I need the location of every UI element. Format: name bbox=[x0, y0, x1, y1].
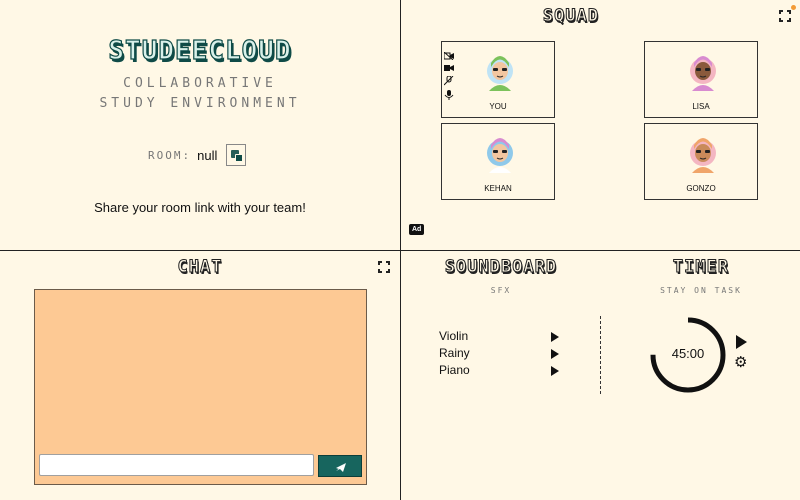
sound-item: Piano bbox=[439, 363, 559, 380]
play-icon[interactable] bbox=[551, 332, 559, 342]
gear-icon[interactable]: ⚙ bbox=[734, 355, 747, 370]
send-icon bbox=[336, 463, 346, 472]
sound-item: Rainy bbox=[439, 346, 559, 363]
video-off-icon[interactable] bbox=[444, 52, 454, 60]
mic-icon[interactable] bbox=[444, 90, 454, 100]
member-name: GONZO bbox=[686, 184, 716, 193]
timer-display: 45:00 bbox=[671, 346, 705, 361]
avatar bbox=[486, 47, 514, 97]
mic-off-icon[interactable] bbox=[444, 76, 454, 86]
avatar bbox=[689, 129, 717, 179]
play-icon[interactable] bbox=[551, 349, 559, 359]
squad-member-tile[interactable]: KEHAN bbox=[441, 123, 555, 200]
chat-title: CHAT bbox=[177, 257, 223, 278]
chat-panel: CHAT bbox=[0, 251, 400, 500]
member-name: YOU bbox=[489, 102, 507, 111]
app-logo: STUDEECLOUD bbox=[108, 35, 292, 66]
timer-subtitle: STAY ON TASK bbox=[660, 286, 742, 295]
member-name: KEHAN bbox=[484, 184, 512, 193]
soundboard-timer-panel: SOUNDBOARD SFX Violin Rainy Piano TIMER … bbox=[401, 251, 800, 500]
section-divider bbox=[600, 316, 601, 394]
tagline-line-2: STUDY ENVIRONMENT bbox=[99, 96, 301, 111]
fullscreen-icon[interactable] bbox=[779, 10, 791, 22]
timer-title: TIMER bbox=[672, 257, 730, 278]
sound-list: Violin Rainy Piano bbox=[439, 329, 559, 380]
send-button[interactable] bbox=[318, 455, 362, 477]
play-icon[interactable] bbox=[551, 366, 559, 376]
squad-member-tile[interactable]: GONZO bbox=[644, 123, 758, 200]
sound-name: Piano bbox=[439, 363, 470, 377]
media-controls bbox=[444, 52, 454, 104]
sound-name: Violin bbox=[439, 329, 469, 343]
room-label: ROOM: bbox=[148, 148, 192, 162]
squad-panel: SQUAD YOU LISA KEHAN GONZO Ad bbox=[401, 0, 800, 250]
room-panel: STUDEECLOUD COLLABORATIVE STUDY ENVIRONM… bbox=[0, 0, 400, 250]
room-value: null bbox=[197, 147, 218, 163]
sound-item: Violin bbox=[439, 329, 559, 346]
squad-member-tile[interactable]: YOU bbox=[441, 41, 555, 118]
start-timer-icon[interactable] bbox=[736, 335, 747, 349]
notification-dot bbox=[791, 5, 796, 10]
squad-member-tile[interactable]: LISA bbox=[644, 41, 758, 118]
soundboard-title: SOUNDBOARD bbox=[444, 257, 558, 278]
squad-title: SQUAD bbox=[542, 6, 600, 27]
share-instructions: Share your room link with your team! bbox=[94, 200, 306, 215]
video-icon[interactable] bbox=[444, 64, 454, 72]
ad-badge[interactable]: Ad bbox=[409, 224, 425, 235]
fullscreen-icon[interactable] bbox=[378, 261, 390, 273]
avatar bbox=[486, 129, 514, 179]
avatar bbox=[689, 47, 717, 97]
sound-name: Rainy bbox=[439, 346, 470, 360]
member-name: LISA bbox=[692, 102, 710, 111]
room-info: ROOM: null bbox=[148, 144, 247, 166]
chat-input[interactable] bbox=[39, 454, 314, 476]
copy-room-link-button[interactable] bbox=[226, 144, 247, 166]
tagline-line-1: COLLABORATIVE bbox=[123, 76, 277, 91]
soundboard-subtitle: SFX bbox=[490, 286, 512, 295]
chat-messages[interactable] bbox=[34, 289, 367, 485]
